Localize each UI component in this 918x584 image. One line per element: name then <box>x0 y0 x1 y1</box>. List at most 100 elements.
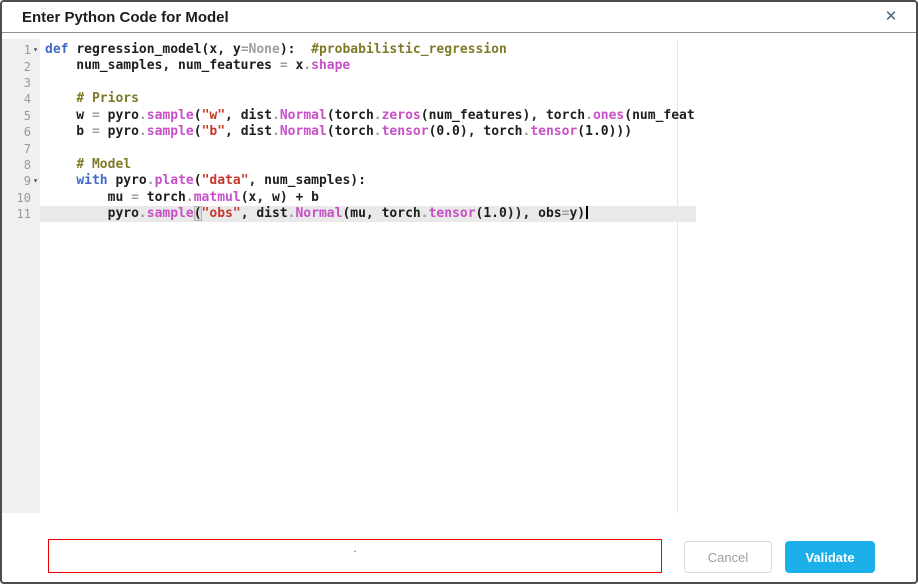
code-token: . <box>585 108 593 123</box>
cancel-button[interactable]: Cancel <box>684 541 772 573</box>
code-token: pyro <box>108 173 147 188</box>
code-token: (torch <box>327 108 374 123</box>
code-line[interactable]: # Priors <box>40 91 696 107</box>
code-token: ): <box>280 42 311 57</box>
code-line[interactable]: pyro.sample("obs", dist.Normal(mu, torch… <box>40 206 696 222</box>
code-token: "data" <box>202 173 249 188</box>
code-token: . <box>139 108 147 123</box>
enter-python-code-dialog: Enter Python Code for Model ✕ 1▾23456789… <box>0 0 918 584</box>
code-token: Normal <box>295 206 342 221</box>
code-line[interactable]: def regression_model(x, y=None): #probab… <box>40 42 696 58</box>
code-token: matmul <box>194 190 241 205</box>
line-number: 4 <box>2 91 40 107</box>
validate-button[interactable]: Validate <box>785 541 875 573</box>
code-token: , dist <box>225 124 272 139</box>
code-token: . <box>272 108 280 123</box>
code-token: = <box>280 58 296 73</box>
code-token: y) <box>569 206 585 221</box>
code-line[interactable]: num_samples, num_features = x.shape <box>40 58 696 74</box>
line-number: 9▾ <box>2 173 40 189</box>
line-number: 2 <box>2 58 40 74</box>
code-token: . <box>421 206 429 221</box>
code-token: . <box>272 124 280 139</box>
code-token: ( <box>194 124 202 139</box>
code-token: mu <box>45 190 131 205</box>
code-token: (1.0))) <box>577 124 632 139</box>
code-line[interactable]: # Model <box>40 157 696 173</box>
code-token: . <box>147 173 155 188</box>
line-number: 8 <box>2 157 40 173</box>
dialog-titlebar: Enter Python Code for Model ✕ <box>2 2 916 33</box>
code-token: tensor <box>382 124 429 139</box>
code-token: (torch <box>327 124 374 139</box>
code-token: Normal <box>280 108 327 123</box>
code-token: =None <box>241 42 280 57</box>
text-cursor <box>586 206 588 219</box>
code-token: plate <box>155 173 194 188</box>
fold-arrow-icon[interactable]: ▾ <box>31 45 40 55</box>
validation-message-box: . <box>48 539 662 573</box>
code-token: (0.0), torch <box>429 124 523 139</box>
code-token <box>45 157 76 172</box>
code-token: sample <box>147 124 194 139</box>
code-token: ( <box>194 108 202 123</box>
code-token: def <box>45 42 76 57</box>
code-token: . <box>374 108 382 123</box>
code-token: "obs" <box>202 206 241 221</box>
line-number-gutter: 1▾23456789▾1011 <box>2 39 40 513</box>
code-token: pyro <box>45 206 139 221</box>
code-token: # Model <box>76 157 131 172</box>
code-line[interactable]: mu = torch.matmul(x, w) + b <box>40 190 696 206</box>
code-line[interactable] <box>40 75 696 91</box>
code-token: pyro <box>108 108 139 123</box>
code-token: (num_features), torch <box>421 108 585 123</box>
fold-arrow-icon[interactable]: ▾ <box>31 176 40 186</box>
code-token <box>45 173 76 188</box>
code-token: . <box>374 124 382 139</box>
line-number: 11 <box>2 206 40 222</box>
code-token: , num_samples): <box>249 173 366 188</box>
code-line[interactable]: with pyro.plate("data", num_samples): <box>40 173 696 189</box>
code-line[interactable] <box>40 140 696 156</box>
line-number: 6 <box>2 124 40 140</box>
code-token: tensor <box>429 206 476 221</box>
code-token <box>45 91 76 106</box>
code-token: Normal <box>280 124 327 139</box>
code-token: tensor <box>530 124 577 139</box>
code-token: regression_model(x, y <box>76 42 240 57</box>
close-icon[interactable]: ✕ <box>882 8 900 26</box>
code-token: w <box>45 108 92 123</box>
code-token: # Priors <box>76 91 139 106</box>
code-token: sample <box>147 108 194 123</box>
code-token: "b" <box>202 124 225 139</box>
code-token: = <box>92 124 108 139</box>
line-number: 5 <box>2 108 40 124</box>
code-area[interactable]: def regression_model(x, y=None): #probab… <box>40 39 696 513</box>
code-line[interactable]: b = pyro.sample("b", dist.Normal(torch.t… <box>40 124 696 140</box>
code-token: = <box>131 190 147 205</box>
code-token: (x, w) + b <box>241 190 319 205</box>
code-token: sample <box>147 206 194 221</box>
code-token: #probabilistic_regression <box>311 42 507 57</box>
code-token: . <box>186 190 194 205</box>
code-token: num_samples, num_features <box>45 58 280 73</box>
code-token: ones <box>593 108 624 123</box>
code-token: , dist <box>225 108 272 123</box>
code-token: pyro <box>108 124 139 139</box>
code-token: (num_feat <box>624 108 694 123</box>
code-token: zeros <box>382 108 421 123</box>
code-line[interactable]: w = pyro.sample("w", dist.Normal(torch.z… <box>40 108 696 124</box>
python-code-editor[interactable]: 1▾23456789▾1011 def regression_model(x, … <box>2 39 916 513</box>
line-number: 10 <box>2 190 40 206</box>
dialog-title: Enter Python Code for Model <box>22 9 229 26</box>
validation-message-text: . <box>353 543 356 555</box>
code-token: b <box>45 124 92 139</box>
code-token: "w" <box>202 108 225 123</box>
code-token: ( <box>194 173 202 188</box>
code-token: ( <box>194 206 202 221</box>
line-number: 3 <box>2 75 40 91</box>
code-token: (mu, torch <box>342 206 420 221</box>
code-token: . <box>139 206 147 221</box>
code-token: torch <box>147 190 186 205</box>
line-number: 7 <box>2 140 40 156</box>
